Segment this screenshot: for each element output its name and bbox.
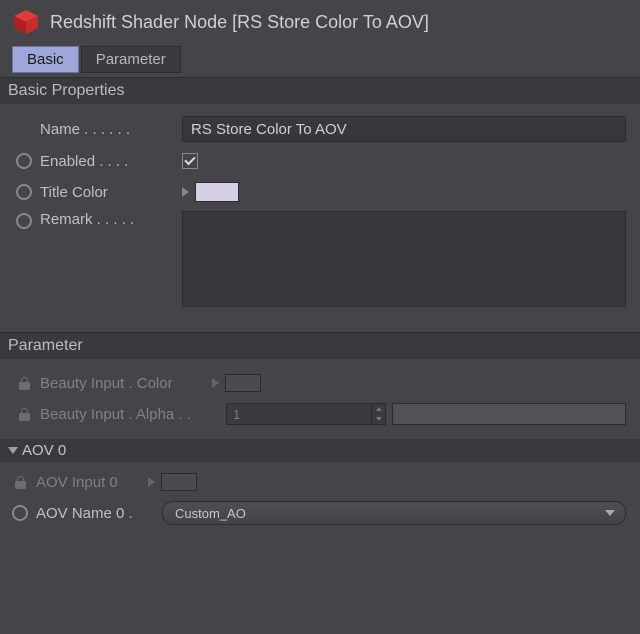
group-aov0-label: AOV 0 <box>22 442 66 459</box>
section-param-header: Parameter <box>0 332 640 359</box>
panel-header: Redshift Shader Node [RS Store Color To … <box>0 0 640 46</box>
name-input[interactable] <box>182 116 626 142</box>
anim-toggle-aovname0[interactable] <box>10 503 30 523</box>
row-aov-name0: AOV Name 0 . Custom_AO <box>10 501 626 525</box>
label-titlecolor: Title Color <box>34 184 182 201</box>
tab-basic[interactable]: Basic <box>12 46 79 73</box>
chevron-down-icon <box>8 447 18 454</box>
lock-aov-input0 <box>10 472 30 492</box>
group-aov0-body: AOV Input 0 AOV Name 0 . Custom_AO <box>0 462 640 550</box>
lock-icon <box>19 408 30 421</box>
aov-name0-dropdown[interactable]: Custom_AO <box>162 501 626 525</box>
row-remark: Remark . . . . . <box>14 211 626 307</box>
lock-icon <box>19 377 30 390</box>
anim-slot-empty <box>14 119 34 139</box>
tab-bar: Basic Parameter <box>0 46 640 77</box>
expand-icon <box>212 378 219 388</box>
anim-toggle-enabled[interactable] <box>14 151 34 171</box>
aov-name0-value: Custom_AO <box>175 506 246 521</box>
spinner <box>371 404 385 424</box>
section-basic-header: Basic Properties <box>0 77 640 104</box>
enabled-checkbox[interactable] <box>182 153 198 169</box>
beauty-alpha-field: 1 <box>226 403 386 425</box>
tab-parameter[interactable]: Parameter <box>81 46 181 73</box>
lock-icon <box>15 476 26 489</box>
beauty-alpha-value: 1 <box>233 407 240 422</box>
section-param-body: Beauty Input . Color Beauty Input . Alph… <box>0 359 640 439</box>
lock-beauty-color <box>14 373 34 393</box>
lock-beauty-alpha <box>14 404 34 424</box>
label-name: Name . . . . . . <box>34 121 182 138</box>
label-aov-name0: AOV Name 0 . <box>30 505 162 522</box>
anim-toggle-remark[interactable] <box>14 211 34 231</box>
redshift-cube-icon <box>12 8 40 36</box>
anim-toggle-titlecolor[interactable] <box>14 182 34 202</box>
expand-icon[interactable] <box>182 187 189 197</box>
titlecolor-swatch[interactable] <box>195 182 239 202</box>
label-aov-input0: AOV Input 0 <box>30 474 148 491</box>
label-enabled: Enabled . . . . <box>34 153 182 170</box>
row-beauty-color: Beauty Input . Color <box>14 371 626 395</box>
row-enabled: Enabled . . . . <box>14 149 626 173</box>
panel-title: Redshift Shader Node [RS Store Color To … <box>50 12 429 33</box>
remark-textarea[interactable] <box>182 211 626 307</box>
label-beauty-alpha: Beauty Input . Alpha . . <box>34 406 226 423</box>
aov-input0-swatch <box>161 473 197 491</box>
row-name: Name . . . . . . <box>14 116 626 142</box>
beauty-color-swatch <box>225 374 261 392</box>
label-remark: Remark . . . . . <box>34 211 182 228</box>
expand-icon <box>148 477 155 487</box>
label-beauty-color: Beauty Input . Color <box>34 375 212 392</box>
beauty-alpha-slider <box>392 403 626 425</box>
row-titlecolor: Title Color <box>14 180 626 204</box>
shader-node-panel: Redshift Shader Node [RS Store Color To … <box>0 0 640 634</box>
row-beauty-alpha: Beauty Input . Alpha . . 1 <box>14 402 626 426</box>
section-basic-body: Name . . . . . . Enabled . . . . Title C… <box>0 104 640 332</box>
row-aov-input0: AOV Input 0 <box>10 470 626 494</box>
group-aov0[interactable]: AOV 0 <box>0 439 640 462</box>
